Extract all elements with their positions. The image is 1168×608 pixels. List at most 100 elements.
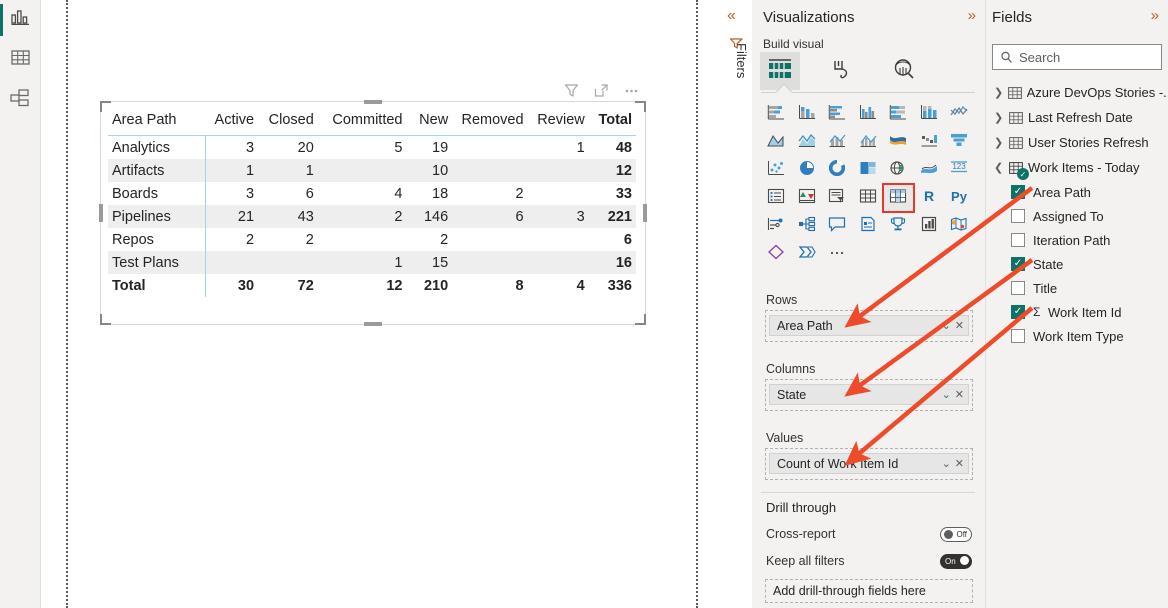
filters-pane-collapsed[interactable]: « Filters — [721, 0, 753, 608]
matrix-col-header[interactable]: Committed — [317, 107, 407, 136]
r-script-visual-button[interactable]: R — [914, 184, 945, 212]
matrix-visual-button[interactable] — [882, 183, 915, 213]
table-row[interactable]: Boards 3 6 4 18 2 33 — [108, 182, 636, 205]
keep-all-filters-toggle[interactable]: On — [940, 553, 972, 569]
decomposition-tree-button[interactable] — [792, 212, 823, 240]
data-view-button[interactable] — [0, 40, 40, 80]
analytics-tab[interactable] — [884, 52, 924, 90]
field-item-work-item-id[interactable]: Σ Work Item Id — [986, 300, 1168, 324]
report-view-button[interactable] — [0, 0, 40, 40]
matrix-col-header[interactable]: Active — [205, 107, 259, 136]
resize-handle-top-right[interactable] — [635, 101, 646, 112]
kpi-button[interactable] — [792, 184, 823, 212]
field-item-state[interactable]: State — [986, 252, 1168, 276]
clustered-column-chart-button[interactable] — [853, 100, 884, 128]
area-chart-button[interactable] — [761, 128, 792, 156]
matrix-total-row[interactable]: Total 30 72 12 210 8 4 336 — [108, 274, 636, 297]
field-item-work-item-type[interactable]: Work Item Type — [986, 324, 1168, 348]
donut-chart-button[interactable] — [822, 156, 853, 184]
field-checkbox[interactable] — [1011, 257, 1025, 271]
pct-stacked-column-chart-button[interactable] — [914, 100, 945, 128]
table-node-work-items-today[interactable]: ❮ ✓ Work Items - Today — [986, 155, 1168, 180]
python-visual-button[interactable]: Py — [944, 184, 975, 212]
metrics-button[interactable] — [883, 212, 914, 240]
rows-well[interactable]: Area Path ⌄ ✕ — [765, 310, 973, 342]
cross-report-toggle[interactable]: Off — [940, 526, 972, 542]
table-row[interactable]: Test Plans 1 15 16 — [108, 251, 636, 274]
waterfall-chart-button[interactable] — [914, 128, 945, 156]
resize-handle-left[interactable] — [99, 204, 103, 222]
filled-map-button[interactable] — [914, 156, 945, 184]
table-row[interactable]: Repos 2 2 2 6 — [108, 228, 636, 251]
field-checkbox[interactable] — [1011, 209, 1025, 223]
field-item-area-path[interactable]: Area Path — [986, 180, 1168, 204]
stacked-column-chart-button[interactable] — [792, 100, 823, 128]
get-more-visuals-button[interactable] — [822, 240, 853, 268]
visualizations-expand-icon[interactable]: » — [968, 8, 976, 23]
field-checkbox[interactable] — [1011, 185, 1025, 199]
close-x-icon[interactable]: ✕ — [951, 388, 964, 401]
matrix-total-col-header[interactable]: Total — [588, 107, 636, 136]
matrix-col-header[interactable]: New — [406, 107, 453, 136]
rows-field-chip[interactable]: Area Path ⌄ ✕ — [769, 315, 969, 336]
scatter-chart-button[interactable] — [761, 156, 792, 184]
chevron-right-icon[interactable]: ❯ — [994, 136, 1009, 149]
values-well[interactable]: Count of Work Item Id ⌄ ✕ — [765, 448, 973, 480]
resize-handle-top[interactable] — [364, 100, 382, 104]
power-apps-button[interactable] — [761, 240, 792, 268]
funnel-chart-button[interactable] — [944, 128, 975, 156]
field-checkbox[interactable] — [1011, 305, 1025, 319]
pie-chart-button[interactable] — [792, 156, 823, 184]
pct-stacked-bar-chart-button[interactable] — [883, 100, 914, 128]
line-chart-button[interactable] — [944, 100, 975, 128]
resize-handle-bottom-left[interactable] — [100, 314, 111, 325]
power-automate-button[interactable] — [792, 240, 823, 268]
table-node-azure-devops-stories[interactable]: ❯ Azure DevOps Stories -... — [986, 80, 1168, 105]
columns-field-chip[interactable]: State ⌄ ✕ — [769, 384, 969, 405]
field-item-title[interactable]: Title — [986, 276, 1168, 300]
double-chevron-left-icon[interactable]: « — [727, 8, 736, 24]
table-node-user-stories-refresh[interactable]: ❯ User Stories Refresh — [986, 130, 1168, 155]
close-x-icon[interactable]: ✕ — [951, 457, 964, 470]
report-canvas[interactable]: Area Path Active Closed Committed New Re… — [41, 0, 720, 608]
azure-map-button[interactable] — [944, 212, 975, 240]
stacked-area-chart-button[interactable] — [792, 128, 823, 156]
drill-through-dropzone[interactable]: Add drill-through fields here — [765, 579, 973, 603]
ribbon-chart-button[interactable] — [883, 128, 914, 156]
field-item-iteration-path[interactable]: Iteration Path — [986, 228, 1168, 252]
stacked-bar-chart-button[interactable] — [761, 100, 792, 128]
chevron-down-icon[interactable]: ⌄ — [938, 457, 951, 470]
matrix-col-header[interactable]: Review — [527, 107, 589, 136]
table-row[interactable]: Analytics 3 20 5 19 1 48 — [108, 135, 636, 159]
resize-handle-bottom[interactable] — [364, 322, 382, 326]
matrix-col-header[interactable]: Removed — [452, 107, 528, 136]
key-influencers-button[interactable] — [761, 212, 792, 240]
resize-handle-top-left[interactable] — [100, 101, 111, 112]
qanda-button[interactable] — [822, 212, 853, 240]
values-field-chip[interactable]: Count of Work Item Id ⌄ ✕ — [769, 453, 969, 474]
treemap-button[interactable] — [853, 156, 884, 184]
model-view-button[interactable] — [0, 80, 40, 120]
columns-well[interactable]: State ⌄ ✕ — [765, 379, 973, 411]
paginated-report-button[interactable] — [914, 212, 945, 240]
field-checkbox[interactable] — [1011, 281, 1025, 295]
table-row[interactable]: Pipelines 21 43 2 146 6 3 221 — [108, 205, 636, 228]
multi-row-card-button[interactable] — [761, 184, 792, 212]
fields-expand-icon[interactable]: » — [1151, 8, 1159, 23]
format-visual-tab[interactable] — [822, 52, 862, 90]
resize-handle-bottom-right[interactable] — [635, 314, 646, 325]
chevron-down-icon[interactable]: ⌄ — [938, 319, 951, 332]
card-button[interactable]: 123 — [944, 156, 975, 184]
map-button[interactable] — [883, 156, 914, 184]
resize-handle-right[interactable] — [643, 204, 647, 222]
funnel-icon[interactable] — [561, 80, 581, 100]
line-clustered-column-chart-button[interactable] — [853, 128, 884, 156]
field-checkbox[interactable] — [1011, 233, 1025, 247]
clustered-bar-chart-button[interactable] — [822, 100, 853, 128]
chevron-right-icon[interactable]: ❯ — [994, 111, 1009, 124]
matrix-visual-container[interactable]: Area Path Active Closed Committed New Re… — [99, 100, 647, 326]
table-node-last-refresh-date[interactable]: ❯ Last Refresh Date — [986, 105, 1168, 130]
more-options-icon[interactable] — [621, 80, 641, 100]
matrix-row-header-label[interactable]: Area Path — [108, 107, 206, 136]
build-visual-tab[interactable] — [760, 52, 800, 90]
